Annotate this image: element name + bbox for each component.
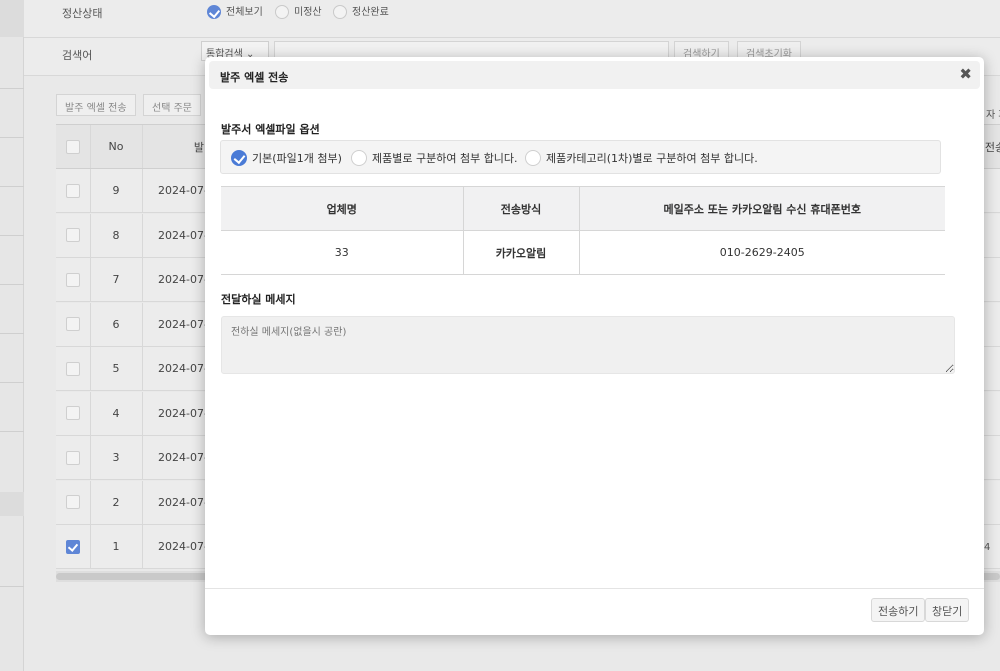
row-no: 6 [112,317,120,331]
sidebar-block [0,0,24,37]
message-textarea[interactable] [221,316,955,374]
grid-divider [142,347,143,390]
sidebar-divider [0,137,24,138]
option-by-category-radio[interactable] [525,150,541,166]
table-row: 33 카카오알림 010-2629-2405 [221,230,945,275]
row-checkbox-cell [56,214,90,257]
send-button[interactable]: 전송하기 [871,598,926,622]
recipient-table: 업체명 전송방식 메일주소 또는 카카오알림 수신 휴대폰번호 33 카카오알림… [221,186,945,275]
sidebar-block [0,492,24,516]
row-no: 2 [112,495,120,509]
row-checkbox[interactable] [66,450,80,465]
header-method: 전송방식 [462,186,579,231]
row-no: 1 [112,540,120,553]
grid-divider [142,302,143,346]
message-title: 전달하실 메세지 [221,293,296,306]
right-edge-text: 자 파 [986,110,1000,121]
filter-row-status: 정산상태 전체보기 미정산 정산완료 [24,0,1000,38]
header-date: 발 [193,140,204,154]
excel-send-modal: 발주 엑셀 전송 ✖ 발주서 엑셀파일 옵션 기본(파일1개 첨부) 제품별로 … [205,57,984,635]
row-no: 4 [112,406,120,420]
modal-title: 발주 엑셀 전송 [220,71,289,84]
grid-divider [142,525,143,568]
grid-divider [142,258,143,301]
row-checkbox[interactable] [66,361,80,376]
recipient-table-header: 업체명 전송방식 메일주소 또는 카카오알림 수신 휴대폰번호 [221,186,945,231]
grid-divider [142,169,143,212]
option-by-category-label: 제품카테고리(1차)별로 구분하여 첨부 합니다. [546,152,758,165]
row-checkbox[interactable] [66,406,80,420]
row-checkbox-cell [56,525,90,568]
row-checkbox[interactable] [66,539,80,554]
header-recipient: 메일주소 또는 카카오알림 수신 휴대폰번호 [578,186,945,231]
option-by-product-radio[interactable] [351,150,367,166]
row-checkbox-cell [56,481,90,524]
modal-header: 발주 엑셀 전송 ✖ [209,61,980,89]
status-label: 정산상태 [62,7,103,20]
radio-unsettled-label: 미정산 [294,7,322,18]
row-no: 8 [112,228,120,242]
options-box: 기본(파일1개 첨부) 제품별로 구분하여 첨부 합니다. 제품카테고리(1차)… [220,140,941,174]
sidebar-divider [0,333,24,334]
row-no: 7 [112,273,120,286]
row-no: 9 [112,184,120,197]
sidebar-divider [0,235,24,236]
sidebar-divider [0,186,24,187]
option-by-product-label: 제품별로 구분하여 첨부 합니다. [372,152,518,165]
radio-settled-label: 정산완료 [352,7,389,18]
grid-divider [142,436,143,479]
option-default[interactable]: 기본(파일1개 첨부) [231,150,342,166]
options-title: 발주서 엑셀파일 옵션 [221,123,320,136]
grid-divider [142,391,143,435]
row-checkbox[interactable] [66,317,80,331]
modal-footer-divider [205,588,984,589]
row-checkbox[interactable] [66,183,80,198]
row-no: 3 [112,451,120,464]
sidebar-divider [0,382,24,383]
cell-method: 카카오알림 [462,230,579,275]
row-no: 5 [112,362,120,375]
close-icon[interactable]: ✖ [959,66,972,82]
sidebar-divider [0,88,24,89]
close-button[interactable]: 창닫기 [925,598,970,622]
option-default-label: 기본(파일1개 첨부) [252,152,342,165]
left-sidebar [0,0,24,671]
option-default-radio[interactable] [231,150,247,166]
row-checkbox-cell [56,258,90,301]
sidebar-divider [0,431,24,432]
radio-settled[interactable] [333,5,347,19]
grid-divider [142,213,143,257]
search-label: 검색어 [62,49,93,62]
select-all-checkbox[interactable] [66,139,80,154]
excel-send-button[interactable]: 발주 엑셀 전송 [56,94,136,116]
row-checkbox-cell [56,347,90,390]
row-checkbox-cell [56,169,90,212]
radio-unsettled[interactable] [275,5,289,19]
header-company: 업체명 [221,186,463,231]
row-checkbox-cell [56,436,90,479]
row-checkbox-cell [56,392,90,435]
sidebar-divider [0,586,24,587]
row-checkbox[interactable] [66,228,80,242]
radio-all-label: 전체보기 [226,7,263,18]
row-checkbox[interactable] [66,272,80,287]
option-by-category[interactable]: 제품카테고리(1차)별로 구분하여 첨부 합니다. [525,150,758,166]
radio-all[interactable] [207,5,221,19]
option-by-product[interactable]: 제품별로 구분하여 첨부 합니다. [351,150,518,166]
row-checkbox[interactable] [66,495,80,509]
header-checkbox-cell [56,125,90,168]
cell-recipient: 010-2629-2405 [578,230,945,275]
right-edge-row-text: 4 [984,542,991,553]
sidebar-divider [0,284,24,285]
cell-company: 33 [221,230,463,275]
header-no: No [108,140,124,153]
row-checkbox-cell [56,303,90,346]
selected-order-button[interactable]: 선택 주문 [143,94,201,116]
grid-divider [142,480,143,524]
